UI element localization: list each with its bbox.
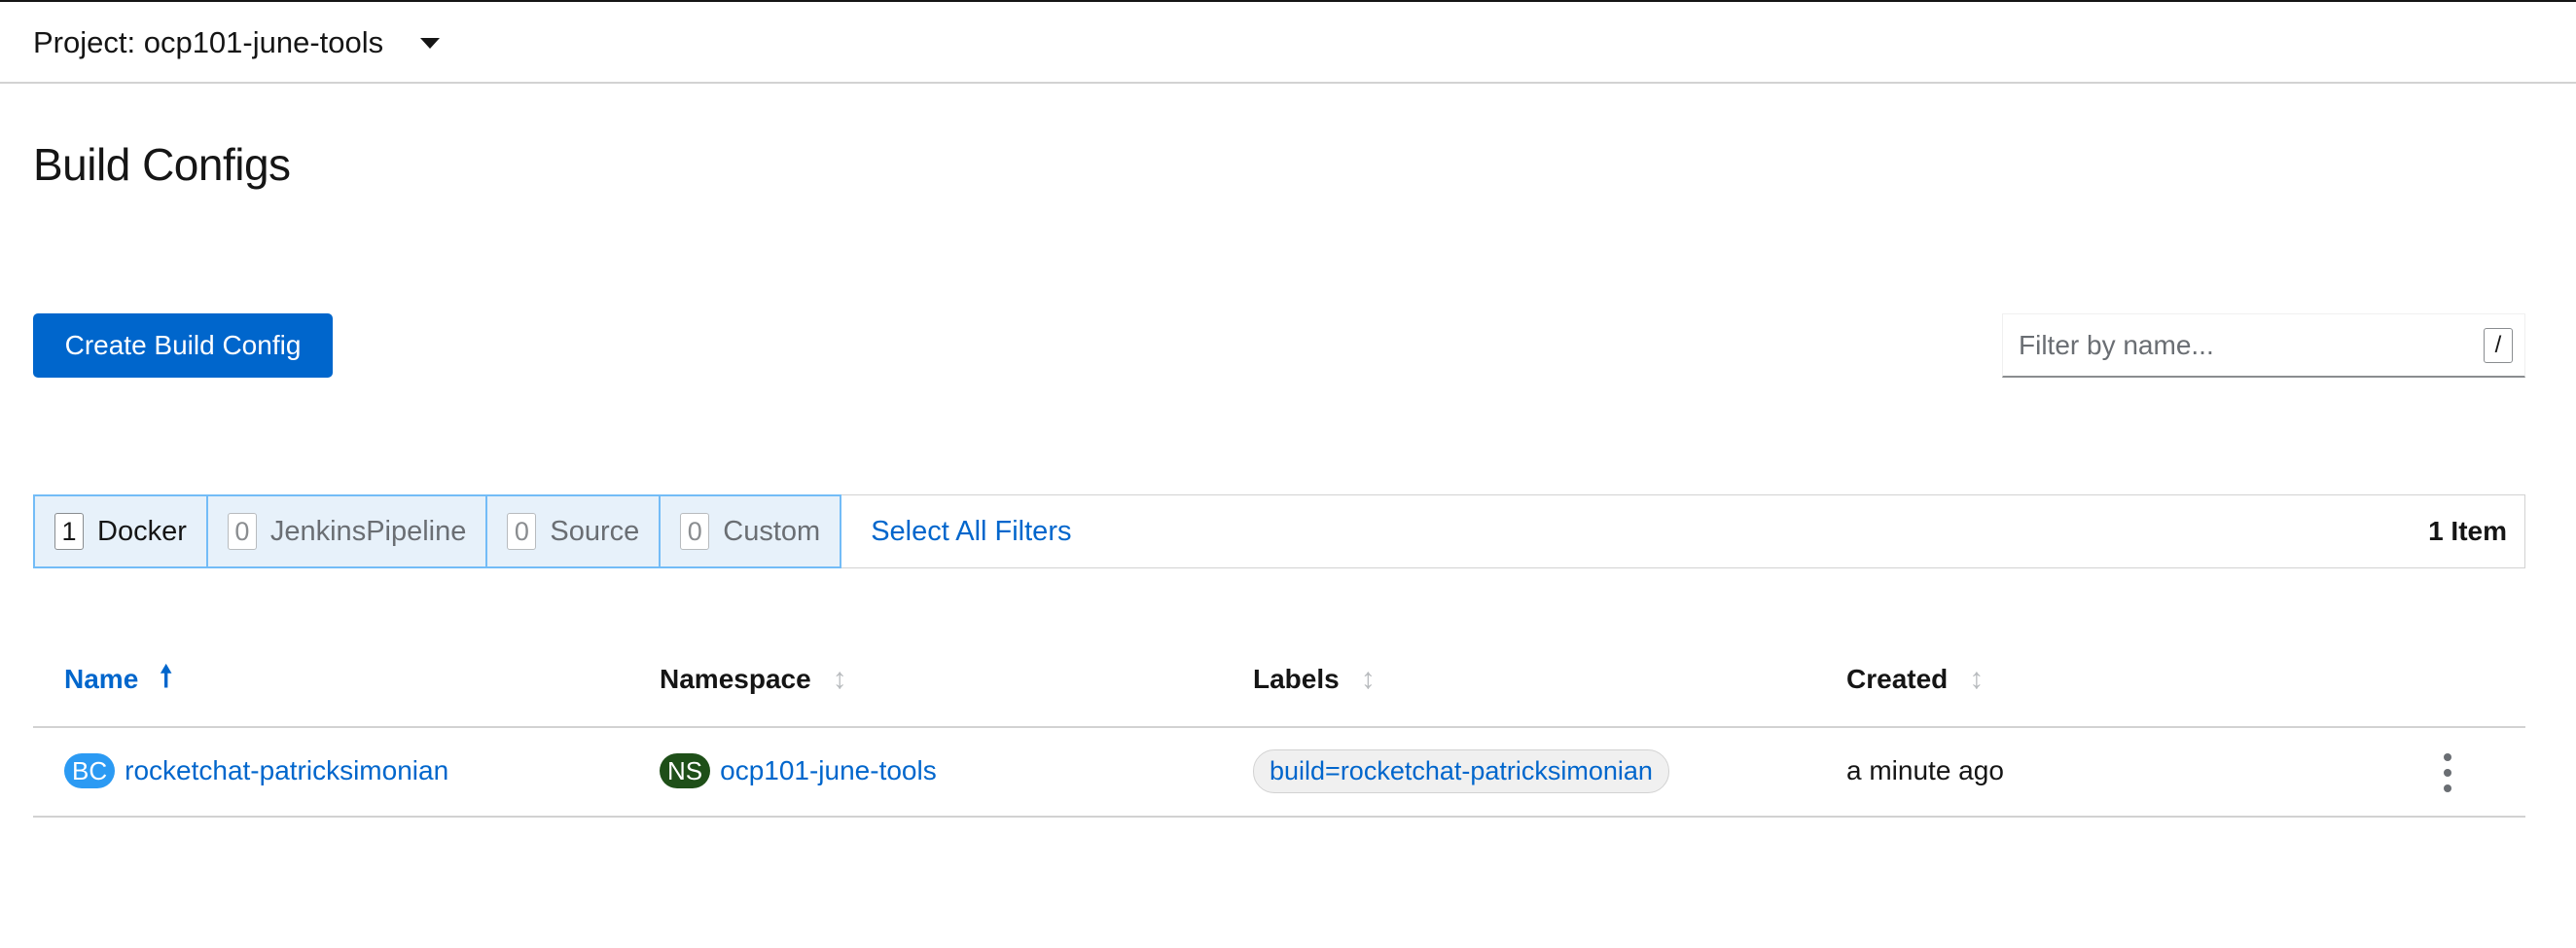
column-header-created[interactable]: Created ↕ — [1846, 633, 1984, 726]
column-label: Namespace — [660, 664, 811, 694]
filter-count: 0 — [227, 513, 257, 550]
column-label: Labels — [1253, 664, 1340, 694]
bc-badge: BC — [64, 753, 116, 788]
created-cell: a minute ago — [1846, 728, 2004, 814]
project-bar: Project: ocp101-june-tools — [0, 2, 2576, 84]
column-header-labels[interactable]: Labels ↕ — [1253, 633, 1376, 726]
filter-input[interactable] — [2003, 314, 2484, 376]
table-header: Name 🠕 Namespace ↕ Labels ↕ Created ↕ — [33, 633, 2525, 728]
sort-icon: ↕ — [832, 663, 847, 695]
filter-jenkinspipeline[interactable]: 0 JenkinsPipeline — [207, 494, 488, 568]
name-cell: BC rocketchat-patricksimonian — [64, 728, 448, 814]
slash-shortcut-icon: / — [2484, 327, 2513, 363]
project-selector[interactable]: Project: ocp101-june-tools — [33, 21, 441, 64]
namespace-link[interactable]: ocp101-june-tools — [720, 755, 937, 786]
sort-icon: ↕ — [1969, 663, 1985, 695]
column-label: Created — [1846, 664, 1949, 694]
labels-cell: build=rocketchat-patricksimonian — [1253, 728, 1669, 814]
page-title: Build Configs — [33, 139, 291, 190]
sort-icon: ↕ — [1360, 663, 1376, 695]
select-all-filters-link[interactable]: Select All Filters — [871, 495, 1071, 567]
filter-custom[interactable]: 0 Custom — [661, 494, 842, 568]
project-label: Project: ocp101-june-tools — [33, 25, 384, 59]
filter-by-name: / — [2002, 313, 2525, 378]
item-count: 1 Item — [2428, 516, 2507, 546]
label-chip[interactable]: build=rocketchat-patricksimonian — [1253, 748, 1669, 793]
table-row: BC rocketchat-patricksimonian NS ocp101-… — [33, 728, 2525, 818]
column-label: Name — [64, 664, 139, 694]
filter-count: 0 — [507, 513, 537, 550]
filter-label: Custom — [723, 515, 821, 547]
filter-label: JenkinsPipeline — [269, 515, 467, 547]
namespace-cell: NS ocp101-june-tools — [660, 728, 937, 814]
filter-count: 1 — [54, 513, 84, 550]
filter-count: 0 — [680, 513, 710, 550]
create-build-config-button[interactable]: Create Build Config — [33, 313, 333, 378]
filter-source[interactable]: 0 Source — [487, 494, 662, 568]
filter-label: Source — [550, 515, 640, 547]
column-header-name[interactable]: Name 🠕 — [64, 633, 172, 726]
filter-label: Docker — [97, 515, 187, 547]
row-filter-bar: 1 Docker 0 JenkinsPipeline 0 Source 0 Cu… — [33, 494, 2525, 568]
caret-down-icon — [420, 37, 441, 49]
column-header-namespace[interactable]: Namespace ↕ — [660, 633, 847, 726]
created-time: a minute ago — [1846, 755, 2004, 785]
ns-badge: NS — [660, 753, 711, 788]
long-arrow-up-icon: 🠕 — [160, 660, 173, 693]
filter-docker[interactable]: 1 Docker — [33, 494, 208, 568]
kebab-icon[interactable] — [2438, 753, 2457, 792]
build-config-link[interactable]: rocketchat-patricksimonian — [125, 755, 448, 786]
